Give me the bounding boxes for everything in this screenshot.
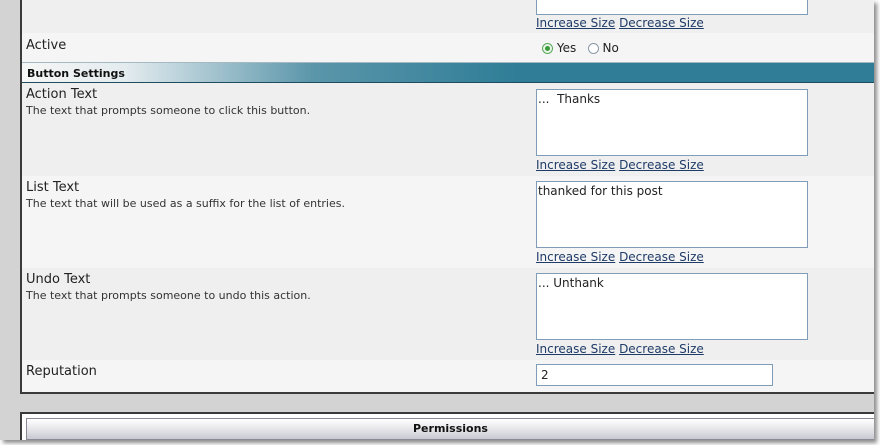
action-text-description: The text that prompts someone to click t… [26, 104, 311, 117]
previous-textarea[interactable] [536, 0, 808, 15]
active-no-label: No [602, 41, 619, 55]
active-yes-radio[interactable] [542, 43, 553, 54]
undo-text-row: Undo Text The text that prompts someone … [22, 268, 874, 360]
reputation-input[interactable]: 2 [536, 364, 773, 386]
reputation-row: Reputation 2 [22, 360, 874, 392]
list-text-row: List Text The text that will be used as … [22, 176, 874, 268]
decrease-size-link[interactable]: Decrease Size [619, 158, 704, 172]
list-text-description: The text that will be used as a suffix f… [26, 197, 345, 210]
decrease-size-link[interactable]: Decrease Size [619, 16, 704, 30]
permissions-title: Permissions [413, 422, 488, 435]
active-label: Active [26, 38, 67, 53]
settings-panel: Increase Size Decrease Size Active Yes N… [20, 0, 874, 394]
undo-text-textarea[interactable]: ... Unthank [536, 273, 808, 340]
active-yes-label: Yes [556, 41, 577, 55]
permissions-section: Permissions [20, 412, 874, 440]
action-text-label: Action Text [26, 87, 98, 102]
decrease-size-link[interactable]: Decrease Size [619, 342, 704, 356]
permissions-header: Permissions [26, 418, 874, 440]
action-text-row: Action Text The text that prompts someon… [22, 83, 874, 176]
list-text-size-links: Increase Size Decrease Size [536, 250, 704, 264]
increase-size-link[interactable]: Increase Size [536, 342, 615, 356]
action-text-size-links: Increase Size Decrease Size [536, 158, 704, 172]
active-row: Active Yes No [22, 33, 874, 62]
settings-frame: Increase Size Decrease Size Active Yes N… [0, 0, 874, 440]
increase-size-link[interactable]: Increase Size [536, 250, 615, 264]
active-radio-group: Yes No [542, 41, 619, 55]
undo-text-label: Undo Text [26, 272, 91, 287]
section-title: Button Settings [27, 67, 125, 80]
list-text-textarea[interactable]: thanked for this post [536, 181, 808, 248]
reputation-label: Reputation [26, 364, 97, 379]
undo-text-size-links: Increase Size Decrease Size [536, 342, 704, 356]
undo-text-description: The text that prompts someone to undo th… [26, 289, 311, 302]
button-settings-header: Button Settings [22, 62, 874, 83]
increase-size-link[interactable]: Increase Size [536, 158, 615, 172]
action-text-textarea[interactable]: ... Thanks [536, 89, 808, 156]
previous-size-links: Increase Size Decrease Size [536, 16, 704, 30]
previous-field-row: Increase Size Decrease Size [22, 0, 874, 33]
active-no-radio[interactable] [587, 43, 599, 54]
decrease-size-link[interactable]: Decrease Size [619, 250, 704, 264]
list-text-label: List Text [26, 180, 80, 195]
increase-size-link[interactable]: Increase Size [536, 16, 615, 30]
